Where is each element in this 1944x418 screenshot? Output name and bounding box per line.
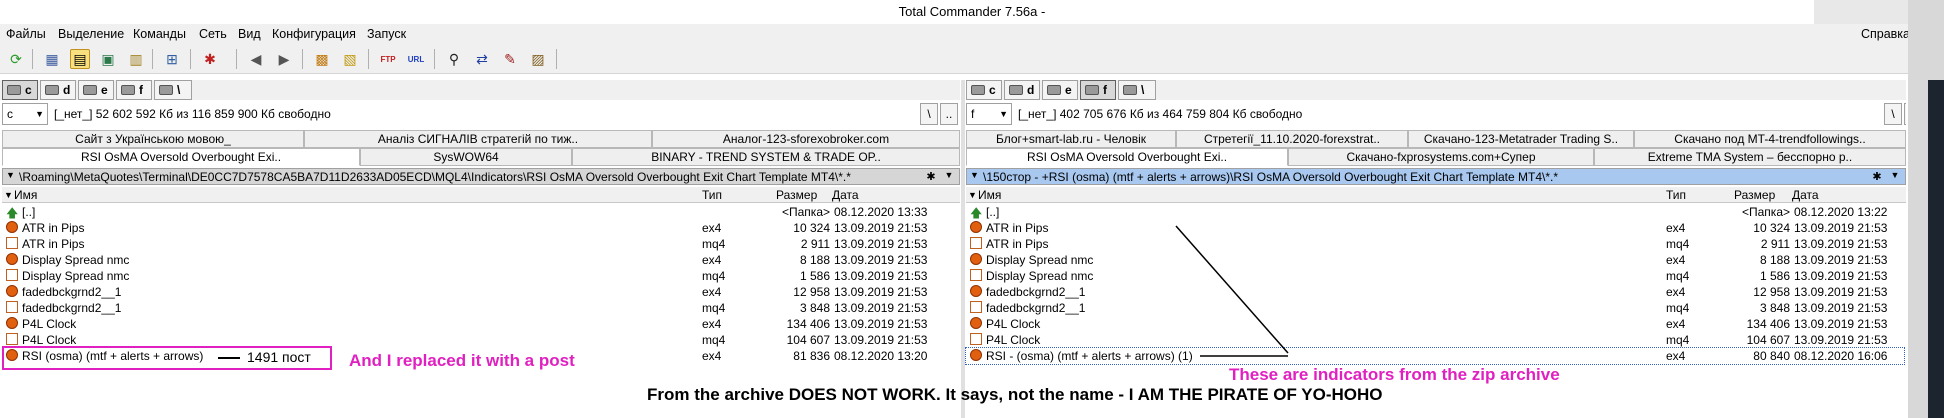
annotation-arrows — [1175, 225, 1289, 357]
annotation-line — [1175, 225, 1289, 354]
